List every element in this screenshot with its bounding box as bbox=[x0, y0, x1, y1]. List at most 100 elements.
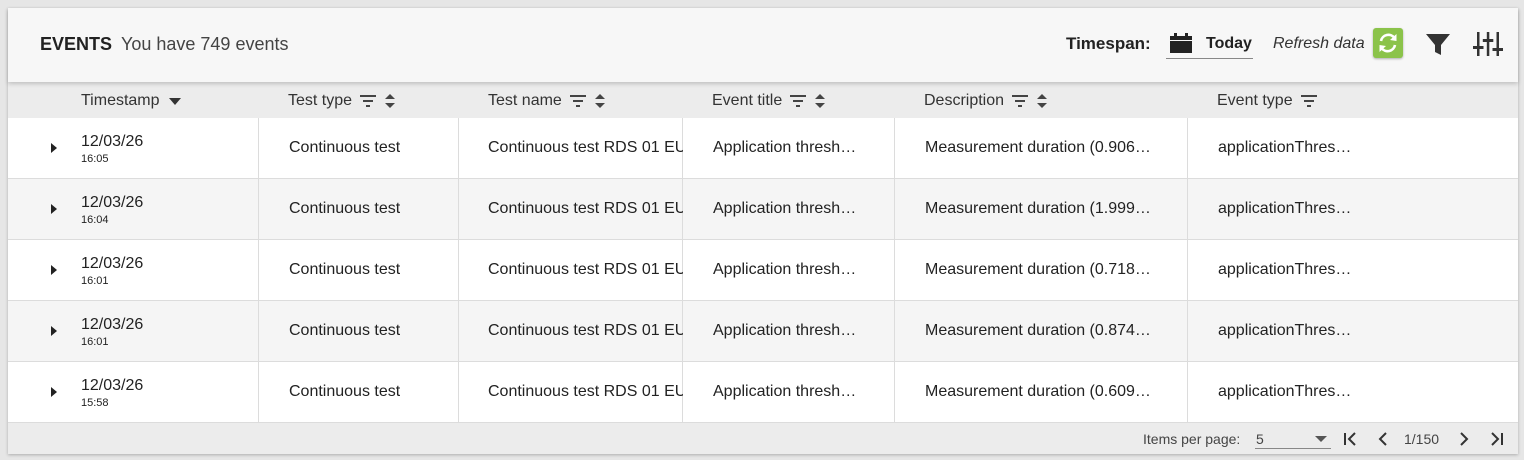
description-cell: Measurement duration (0.609… bbox=[895, 362, 1188, 423]
test-type-cell: Continuous test bbox=[259, 118, 459, 179]
event-type-text: applicationThres… bbox=[1218, 261, 1352, 278]
description-cell: Measurement duration (1.999… bbox=[895, 179, 1188, 240]
column-header-test-type[interactable]: Test type bbox=[288, 92, 396, 110]
column-header-event-title[interactable]: Event title bbox=[712, 92, 826, 110]
table-header: Timestamp Test type Test name Event titl… bbox=[8, 82, 1518, 118]
refresh-label: Refresh data bbox=[1273, 35, 1365, 52]
description-text: Measurement duration (0.718… bbox=[925, 261, 1151, 278]
description-cell: Measurement duration (0.906… bbox=[895, 118, 1188, 179]
sort-both-icon[interactable] bbox=[814, 93, 826, 109]
column-header-timestamp[interactable]: Timestamp bbox=[81, 92, 182, 110]
column-label: Event title bbox=[712, 92, 783, 109]
event-title-cell: Application thresh… bbox=[683, 179, 895, 240]
first-page-icon[interactable] bbox=[1342, 431, 1358, 447]
timestamp-cell: 12/03/26 16:05 bbox=[8, 118, 259, 179]
event-title-text: Application thresh… bbox=[713, 322, 857, 339]
pagination-bar: Items per page: 5 1/150 bbox=[8, 423, 1518, 454]
timestamp-cell: 12/03/26 16:04 bbox=[8, 179, 259, 240]
test-name-text: Continuous test RDS 01 EU bbox=[488, 139, 683, 156]
event-time: 16:01 bbox=[81, 275, 109, 287]
test-type-cell: Continuous test bbox=[259, 301, 459, 362]
timestamp-cell: 12/03/26 15:58 bbox=[8, 362, 259, 423]
test-name-text: Continuous test RDS 01 EU bbox=[488, 261, 683, 278]
description-cell: Measurement duration (0.718… bbox=[895, 240, 1188, 301]
event-title-text: Application thresh… bbox=[713, 383, 857, 400]
event-title-cell: Application thresh… bbox=[683, 240, 895, 301]
test-name-cell: Continuous test RDS 01 EU bbox=[459, 118, 683, 179]
timestamp-cell: 12/03/26 16:01 bbox=[8, 240, 259, 301]
event-date: 12/03/26 bbox=[81, 316, 144, 333]
settings-sliders-icon[interactable] bbox=[1473, 30, 1503, 58]
table-row[interactable]: 12/03/26 16:05 Continuous test Continuou… bbox=[8, 118, 1518, 179]
test-name-text: Continuous test RDS 01 EU bbox=[488, 200, 683, 217]
event-time: 16:04 bbox=[81, 214, 109, 226]
table-row[interactable]: 12/03/26 16:04 Continuous test Continuou… bbox=[8, 179, 1518, 240]
refresh-button[interactable] bbox=[1373, 28, 1403, 58]
event-type-text: applicationThres… bbox=[1218, 200, 1352, 217]
previous-page-icon[interactable] bbox=[1375, 431, 1391, 447]
table-row[interactable]: 12/03/26 15:58 Continuous test Continuou… bbox=[8, 362, 1518, 423]
column-filter-icon[interactable] bbox=[1012, 95, 1029, 107]
test-type-cell: Continuous test bbox=[259, 240, 459, 301]
column-label: Timestamp bbox=[81, 92, 160, 109]
expand-row-icon[interactable] bbox=[50, 142, 58, 154]
refresh-icon bbox=[1379, 33, 1397, 53]
test-name-cell: Continuous test RDS 01 EU bbox=[459, 301, 683, 362]
event-type-cell: applicationThres… bbox=[1188, 362, 1518, 423]
test-type-cell: Continuous test bbox=[259, 362, 459, 423]
column-label: Test name bbox=[488, 92, 562, 109]
sort-both-icon[interactable] bbox=[384, 93, 396, 109]
event-date: 12/03/26 bbox=[81, 194, 144, 211]
column-label: Test type bbox=[288, 92, 353, 109]
timespan-select[interactable]: Today bbox=[1166, 28, 1253, 59]
expand-row-icon[interactable] bbox=[50, 264, 58, 276]
events-header: EVENTS You have 749 events Timespan: Tod… bbox=[8, 8, 1518, 82]
timespan-label: Timespan: bbox=[1066, 34, 1151, 53]
items-per-page-label: Items per page: bbox=[1143, 431, 1241, 447]
expand-row-icon[interactable] bbox=[50, 386, 58, 398]
column-filter-icon[interactable] bbox=[569, 95, 586, 107]
last-page-icon[interactable] bbox=[1489, 431, 1505, 447]
table-row[interactable]: 12/03/26 16:01 Continuous test Continuou… bbox=[8, 240, 1518, 301]
column-header-test-name[interactable]: Test name bbox=[488, 92, 606, 110]
test-type-text: Continuous test bbox=[289, 383, 401, 400]
description-cell: Measurement duration (0.874… bbox=[895, 301, 1188, 362]
column-filter-icon[interactable] bbox=[790, 95, 807, 107]
column-filter-icon[interactable] bbox=[1300, 95, 1317, 107]
event-type-text: applicationThres… bbox=[1218, 383, 1352, 400]
test-type-text: Continuous test bbox=[289, 322, 401, 339]
sort-desc-icon bbox=[168, 98, 181, 105]
sort-both-icon[interactable] bbox=[1036, 93, 1048, 109]
events-panel: EVENTS You have 749 events Timespan: Tod… bbox=[8, 8, 1518, 454]
event-type-cell: applicationThres… bbox=[1188, 118, 1518, 179]
column-label: Description bbox=[924, 92, 1005, 109]
event-time: 15:58 bbox=[81, 397, 109, 409]
event-time: 16:01 bbox=[81, 336, 109, 348]
test-type-cell: Continuous test bbox=[259, 179, 459, 240]
event-date: 12/03/26 bbox=[81, 133, 144, 150]
test-type-text: Continuous test bbox=[289, 261, 401, 278]
sort-both-icon[interactable] bbox=[594, 93, 606, 109]
table-row[interactable]: 12/03/26 16:01 Continuous test Continuou… bbox=[8, 301, 1518, 362]
event-time: 16:05 bbox=[81, 153, 109, 165]
event-type-text: applicationThres… bbox=[1218, 322, 1352, 339]
column-header-description[interactable]: Description bbox=[924, 92, 1048, 110]
filter-icon[interactable] bbox=[1425, 32, 1451, 58]
event-title-cell: Application thresh… bbox=[683, 118, 895, 179]
description-text: Measurement duration (0.874… bbox=[925, 322, 1151, 339]
expand-row-icon[interactable] bbox=[50, 203, 58, 215]
expand-row-icon[interactable] bbox=[50, 325, 58, 337]
test-name-text: Continuous test RDS 01 EU bbox=[488, 383, 683, 400]
items-per-page-select[interactable]: 5 bbox=[1255, 429, 1331, 449]
calendar-icon bbox=[1170, 33, 1192, 53]
column-filter-icon[interactable] bbox=[360, 95, 377, 107]
test-type-text: Continuous test bbox=[289, 200, 401, 217]
column-header-event-type[interactable]: Event type bbox=[1217, 92, 1317, 110]
event-type-cell: applicationThres… bbox=[1188, 240, 1518, 301]
page-title: EVENTS bbox=[40, 34, 113, 54]
test-name-text: Continuous test RDS 01 EU bbox=[488, 322, 683, 339]
chevron-down-icon bbox=[1315, 436, 1327, 442]
next-page-icon[interactable] bbox=[1456, 431, 1472, 447]
test-name-cell: Continuous test RDS 01 EU bbox=[459, 362, 683, 423]
event-count-text: You have 749 events bbox=[121, 34, 289, 54]
